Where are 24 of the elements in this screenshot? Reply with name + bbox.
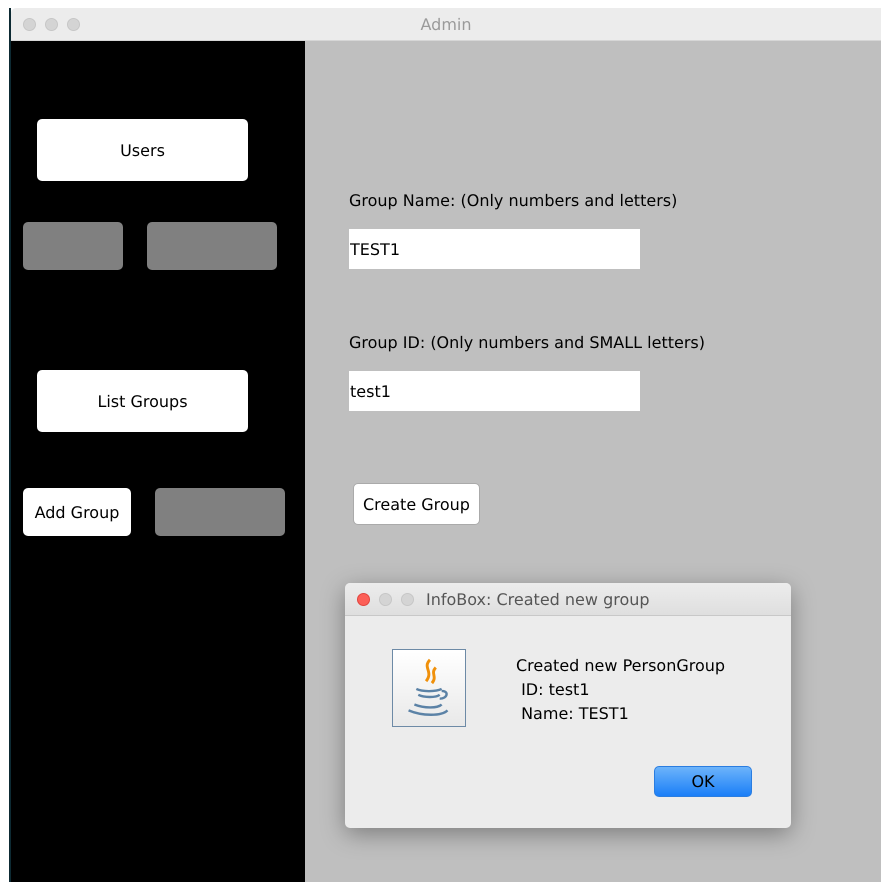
field-label: Group Name: (Only numbers and letters) [349,191,678,210]
sidebar-button[interactable]: List Groups [37,370,248,432]
blank-button[interactable] [147,222,277,270]
sidebar-button[interactable]: Users [37,119,248,181]
coffee-cup-icon [392,649,466,727]
input-field[interactable]: test1 [349,371,640,411]
message-text: ID: test1 [520,680,591,699]
create-group-button[interactable]: Create Group [353,483,480,525]
sidebar-button[interactable]: Add Group [23,488,131,536]
message-text: Created new PersonGroup [516,656,726,675]
close-icon[interactable] [357,592,370,606]
window-control-icon[interactable] [379,592,392,606]
blank-button[interactable] [23,222,123,270]
window-control-icon[interactable] [401,592,414,606]
ok-button[interactable]: OK [654,766,752,797]
message-text: Name: TEST1 [520,704,630,723]
window-control-icon[interactable] [45,18,58,30]
input-field[interactable]: TEST1 [349,229,640,269]
dialog-title: InfoBox: Created new group [426,590,650,608]
window-control-icon[interactable] [67,18,80,30]
window-title: Admin [420,14,472,34]
window-control-icon[interactable] [23,18,36,30]
field-label: Group ID: (Only numbers and SMALL letters) [349,333,705,352]
blank-button[interactable] [155,488,285,536]
